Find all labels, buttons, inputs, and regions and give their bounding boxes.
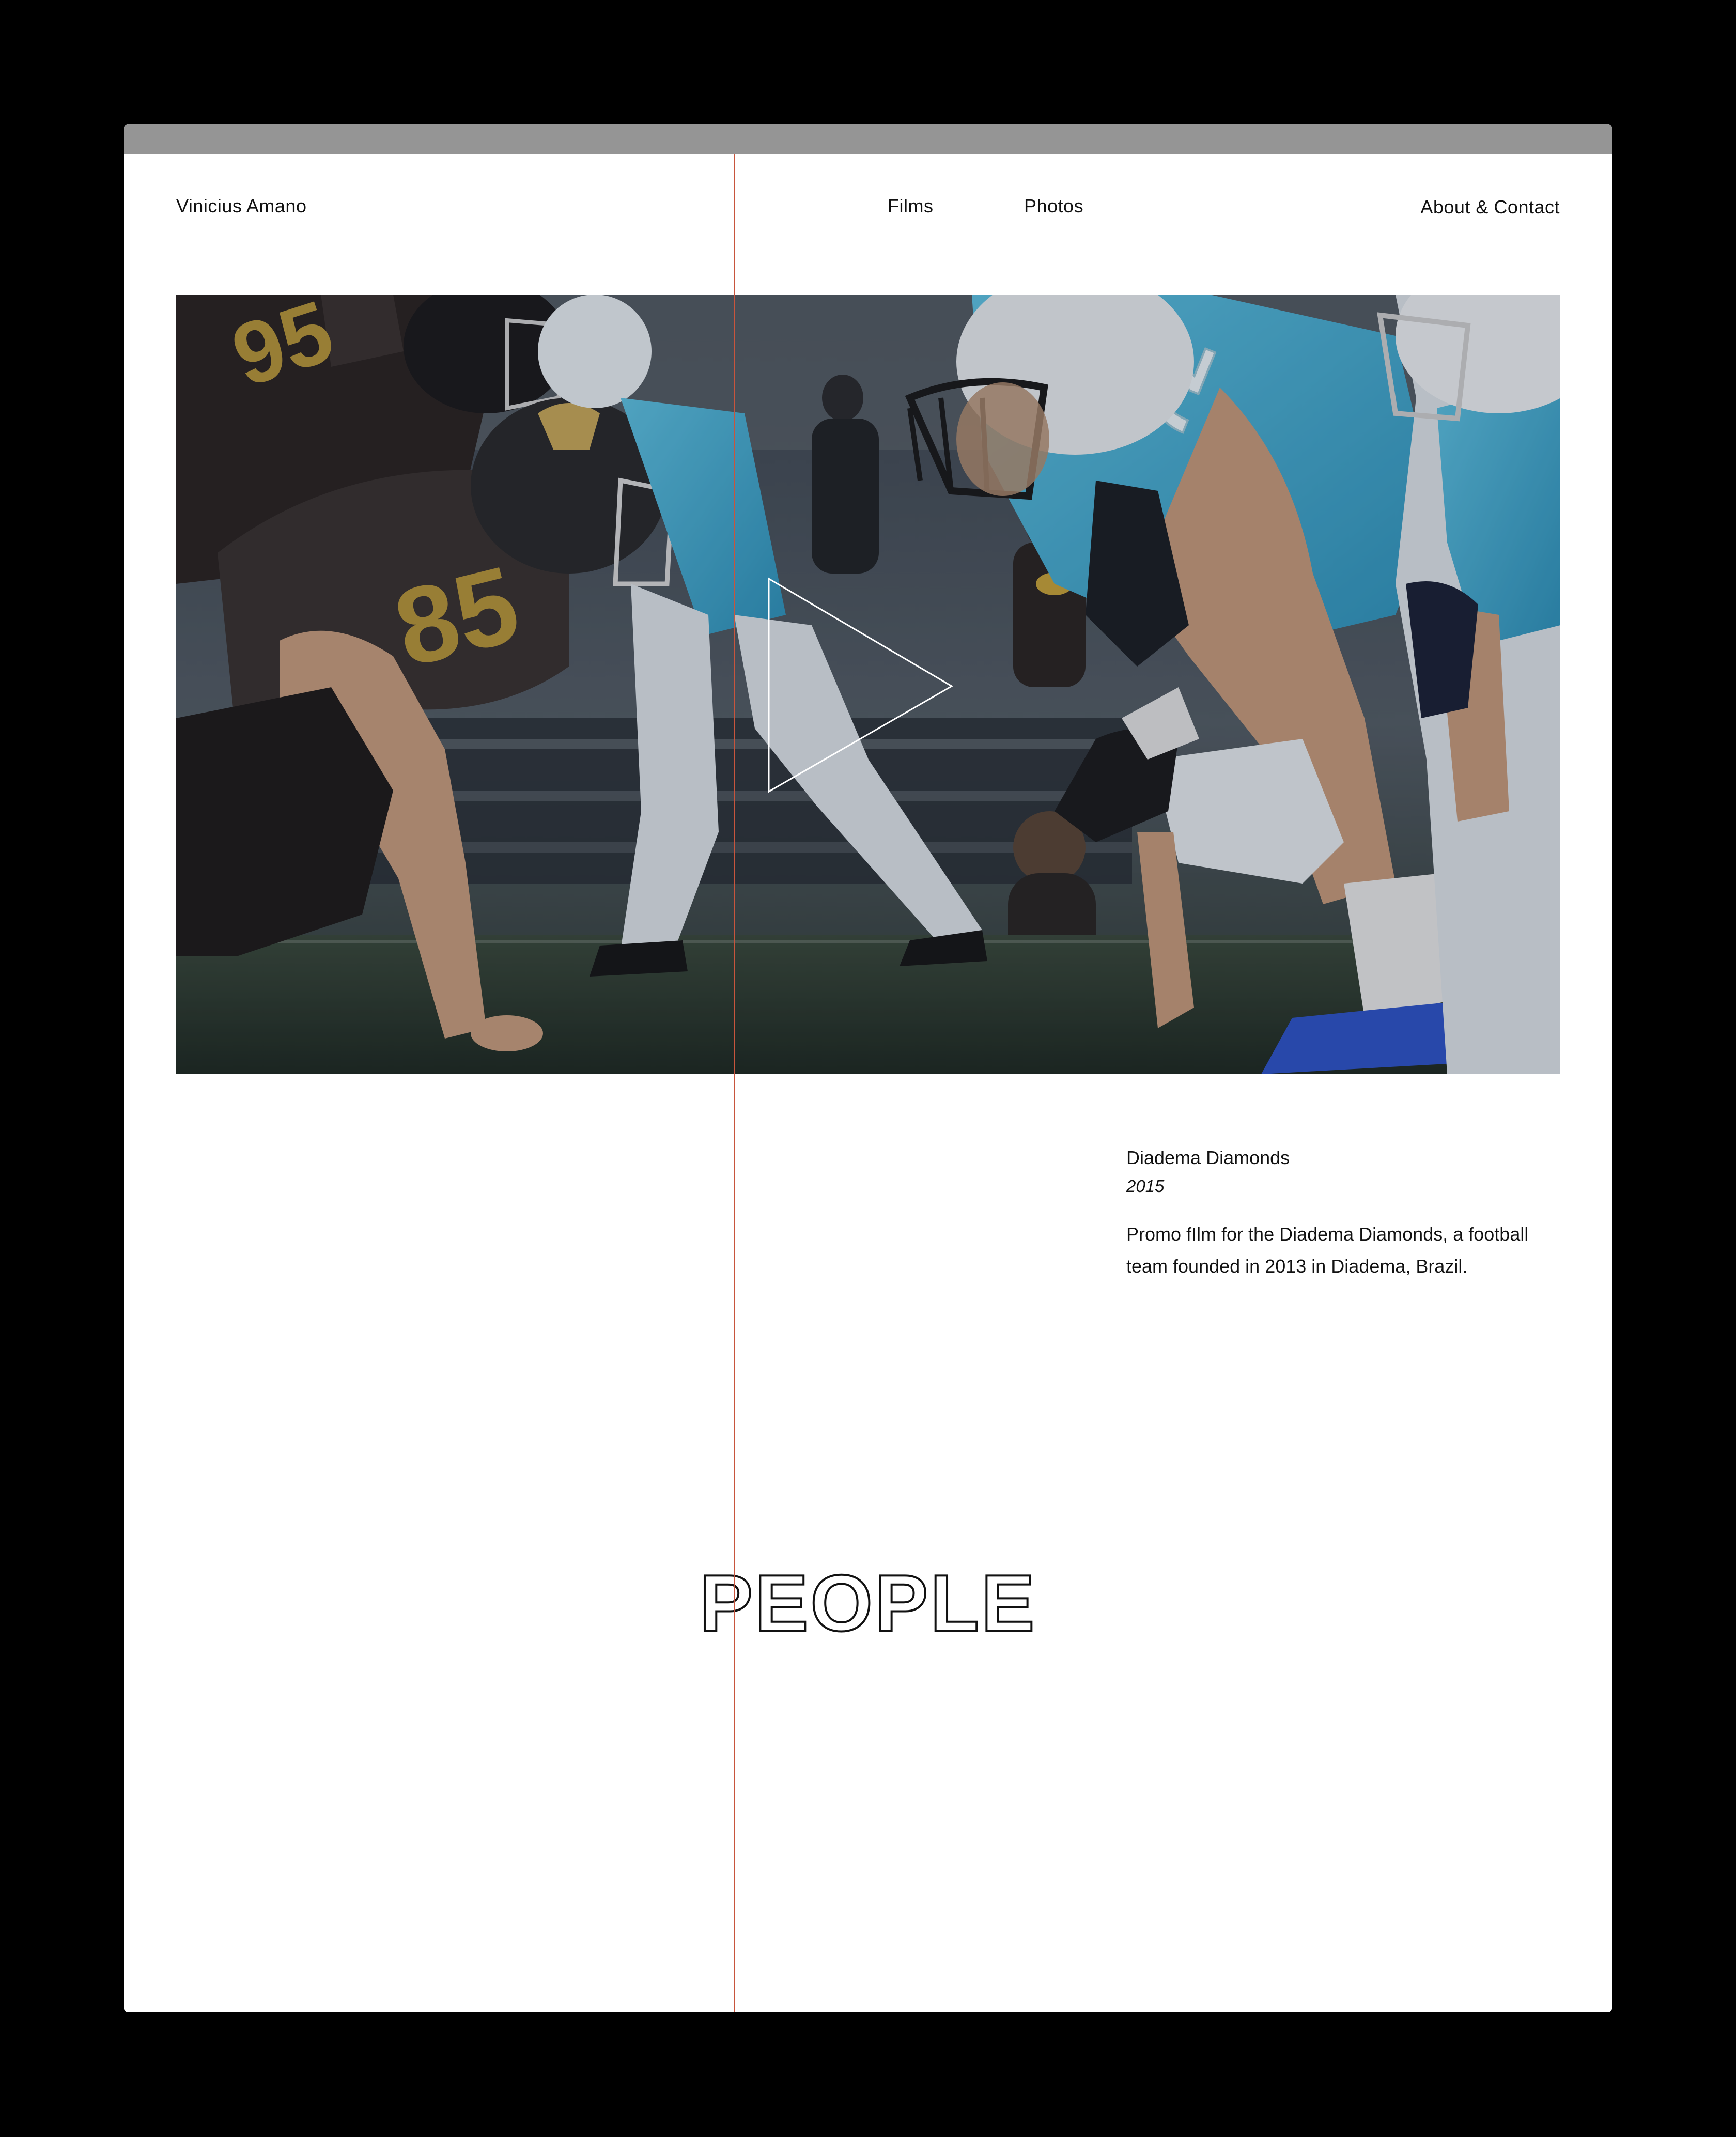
browser-window: Vinicius Amano Films Photos About & Cont… — [124, 124, 1612, 2012]
project-year: 2015 — [1126, 1176, 1165, 1196]
guide-line — [734, 154, 735, 2012]
window-titlebar — [124, 124, 1612, 154]
page: Vinicius Amano Films Photos About & Cont… — [124, 154, 1612, 2012]
project-description: Promo fIlm for the Diadema Diamonds, a f… — [1126, 1223, 1529, 1277]
nav-photos-link[interactable]: Photos — [1024, 197, 1083, 215]
nav-films-link[interactable]: Films — [888, 197, 933, 215]
project-info: Diadema Diamonds 2015 Promo fIlm for the… — [1126, 1147, 1571, 1282]
project-title: Diadema Diamonds — [1126, 1147, 1290, 1168]
site-name-link[interactable]: Vinicius Amano — [176, 197, 306, 215]
section-heading: PEOPLE — [124, 1552, 1612, 1655]
section-title-text: PEOPLE — [700, 1558, 1037, 1648]
play-icon[interactable] — [768, 577, 964, 794]
nav-about-contact-link[interactable]: About & Contact — [1420, 198, 1560, 216]
hero-video-thumbnail[interactable]: 95 85 72 — [176, 295, 1560, 1074]
